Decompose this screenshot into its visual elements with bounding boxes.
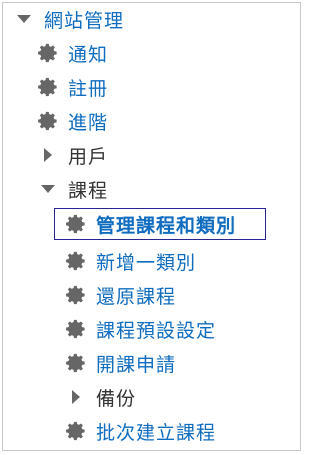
tree-node-label: 進階	[68, 111, 109, 134]
tree-node-site-admin[interactable]: 網站管理	[12, 4, 124, 34]
tree-node-advanced[interactable]: 進階	[36, 106, 108, 136]
gear-icon	[64, 419, 88, 443]
tree-node-label: 課程預設設定	[96, 319, 217, 342]
tree-node-manage-courses-categories[interactable]: 管理課程和類別	[54, 208, 266, 240]
tree-node-bulk-create-courses[interactable]: 批次建立課程	[64, 416, 216, 446]
gear-icon	[64, 351, 88, 375]
tree-node-notifications[interactable]: 通知	[36, 38, 108, 68]
tree-node-label: 用戶	[68, 145, 109, 168]
tree-node-label: 批次建立課程	[96, 421, 217, 444]
tree-node-label: 管理課程和類別	[96, 214, 237, 237]
tree-node-backup[interactable]: 備份	[64, 382, 136, 412]
tree-node-course-request[interactable]: 開課申請	[64, 348, 176, 378]
gear-icon	[64, 249, 88, 273]
caret-right-icon	[64, 385, 88, 409]
gear-icon	[64, 283, 88, 307]
tree-node-add-category[interactable]: 新增一類別	[64, 246, 196, 276]
gear-icon	[64, 212, 88, 236]
tree-node-label: 網站管理	[44, 9, 125, 32]
caret-down-icon	[12, 7, 36, 31]
caret-right-icon	[36, 143, 60, 167]
tree-node-label: 註冊	[68, 77, 109, 100]
tree-node-label: 開課申請	[96, 353, 177, 376]
gear-icon	[64, 317, 88, 341]
tree-node-label: 通知	[68, 43, 109, 66]
gear-icon	[36, 41, 60, 65]
tree-node-users[interactable]: 用戶	[36, 140, 108, 170]
tree-node-restore-course[interactable]: 還原課程	[64, 280, 176, 310]
gear-icon	[36, 109, 60, 133]
tree-node-label: 備份	[96, 387, 137, 410]
tree-node-course-default-settings[interactable]: 課程預設設定	[64, 314, 216, 344]
tree-node-registration[interactable]: 註冊	[36, 72, 108, 102]
tree-node-label: 還原課程	[96, 285, 177, 308]
tree-node-label: 新增一類別	[96, 251, 197, 274]
tree-node-label: 課程	[68, 179, 109, 202]
tree-node-courses[interactable]: 課程	[36, 174, 108, 204]
gear-icon	[36, 75, 60, 99]
caret-down-icon	[36, 177, 60, 201]
